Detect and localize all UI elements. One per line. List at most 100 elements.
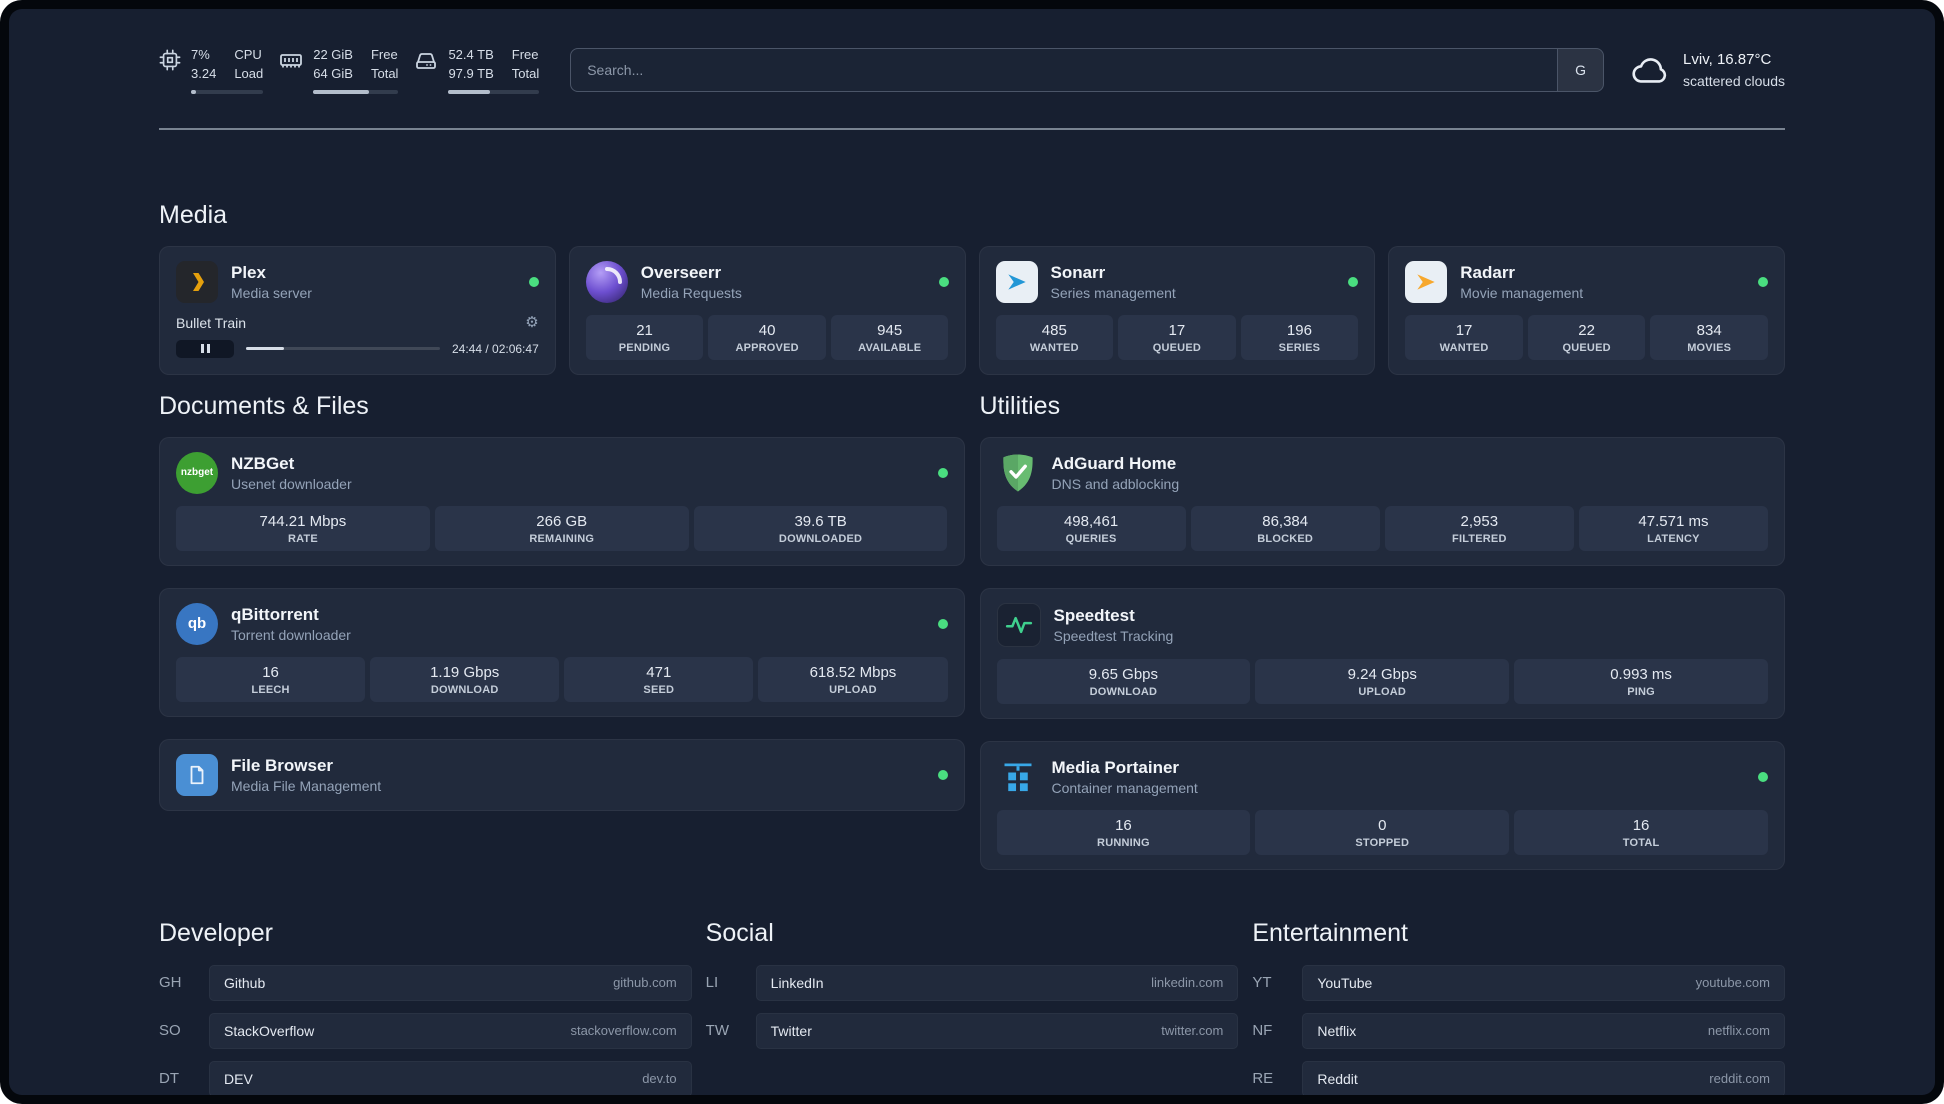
dashboard-screen: 7% 3.24 CPU Load 22 GiB 64 GiB Free Tota… bbox=[9, 9, 1935, 1095]
speedtest-icon bbox=[996, 602, 1041, 647]
playback-time: 24:44 / 02:06:47 bbox=[452, 341, 539, 356]
service-name: Overseerr bbox=[640, 262, 722, 282]
bookmark-abbr: YT bbox=[1252, 974, 1272, 992]
search-bar: G bbox=[570, 47, 1605, 92]
gear-icon[interactable]: ⚙ bbox=[525, 315, 538, 330]
disk-total-label: Total bbox=[511, 65, 540, 81]
memory-free-label: Free bbox=[370, 47, 398, 62]
search-provider-button[interactable]: G bbox=[1557, 48, 1604, 91]
cpu-load-value: 3.24 bbox=[191, 65, 217, 81]
stat-box: 17 QUEUED bbox=[1118, 314, 1236, 360]
service-card-portainer[interactable]: Media Portainer Container management 16 R… bbox=[979, 740, 1785, 870]
now-playing-title: Bullet Train bbox=[176, 314, 247, 331]
service-name: Sonarr bbox=[1050, 262, 1106, 282]
status-dot bbox=[1758, 771, 1768, 782]
service-name: Plex bbox=[231, 262, 266, 282]
radarr-icon bbox=[1405, 260, 1448, 303]
bookmark-name: YouTube bbox=[1317, 974, 1373, 991]
memory-total-value: 64 GiB bbox=[313, 65, 353, 81]
playback-progress[interactable] bbox=[246, 347, 440, 351]
disk-icon bbox=[414, 49, 438, 94]
service-subtitle: Media server bbox=[231, 284, 312, 301]
service-subtitle: Movie management bbox=[1460, 284, 1584, 301]
bookmark-group-entertainment: Entertainment YT YouTube youtube.com NF N… bbox=[1252, 918, 1785, 1095]
resource-memory: 22 GiB 64 GiB Free Total bbox=[279, 46, 399, 94]
service-card-qbittorrent[interactable]: qb qBittorrent Torrent downloader 16 LEEC… bbox=[159, 587, 965, 717]
status-dot bbox=[1348, 276, 1359, 287]
bookmark-abbr: LI bbox=[705, 974, 719, 992]
stat-box: 47.571 ms LATENCY bbox=[1578, 505, 1768, 551]
bookmark-name: Github bbox=[224, 974, 266, 991]
bookmark-name: LinkedIn bbox=[770, 974, 824, 991]
bookmark-linkedin[interactable]: LI LinkedIn linkedin.com bbox=[705, 964, 1239, 1001]
stat-box: 1.19 Gbps DOWNLOAD bbox=[370, 656, 560, 702]
service-name: AdGuard Home bbox=[1051, 453, 1177, 473]
stat-box: 21 PENDING bbox=[585, 314, 704, 360]
app-window: 7% 3.24 CPU Load 22 GiB 64 GiB Free Tota… bbox=[0, 0, 1944, 1104]
nzbget-icon: nzbget bbox=[176, 451, 218, 494]
service-card-speedtest[interactable]: Speedtest Speedtest Tracking 9.65 Gbps DO… bbox=[979, 587, 1785, 719]
bookmark-github[interactable]: GH Github github.com bbox=[159, 964, 692, 1001]
plex-icon bbox=[176, 260, 218, 303]
service-card-filebrowser[interactable]: File Browser Media File Management bbox=[159, 738, 965, 811]
service-name: qBittorrent bbox=[231, 604, 319, 624]
section-title-documents: Documents & Files bbox=[159, 391, 369, 420]
bookmark-name: Reddit bbox=[1317, 1070, 1358, 1087]
weather-location: Lviv, 16.87°C bbox=[1683, 50, 1772, 68]
stat-box: 9.65 Gbps DOWNLOAD bbox=[996, 658, 1251, 704]
stat-box: 196 SERIES bbox=[1240, 314, 1359, 360]
status-dot bbox=[937, 769, 948, 780]
bookmark-abbr: RE bbox=[1252, 1070, 1274, 1088]
top-bar: 7% 3.24 CPU Load 22 GiB 64 GiB Free Tota… bbox=[159, 46, 1785, 94]
bookmark-group-developer: Developer GH Github github.com SO StackOv… bbox=[159, 918, 692, 1095]
disk-progress-bar bbox=[448, 89, 540, 94]
service-name: NZBGet bbox=[231, 453, 295, 473]
stat-box: 0 STOPPED bbox=[1255, 809, 1510, 855]
cpu-usage-value: 7% bbox=[191, 47, 210, 62]
cpu-progress-bar bbox=[191, 89, 264, 94]
section-title-social: Social bbox=[705, 918, 774, 947]
service-card-plex[interactable]: Plex Media server Bullet Train ⚙ 24:44 /… bbox=[159, 245, 556, 375]
service-subtitle: Usenet downloader bbox=[231, 475, 352, 492]
stat-box: 40 APPROVED bbox=[708, 314, 826, 360]
bookmark-domain: twitter.com bbox=[1161, 1023, 1224, 1039]
service-card-radarr[interactable]: Radarr Movie management 17 WANTED 22 QUEUE… bbox=[1388, 245, 1785, 375]
adguard-icon bbox=[997, 452, 1039, 494]
status-dot bbox=[528, 276, 539, 287]
disk-total-value: 97.9 TB bbox=[448, 65, 494, 81]
stat-box: 471 SEED bbox=[564, 656, 754, 702]
service-card-adguard[interactable]: AdGuard Home DNS and adblocking 498,461 Q… bbox=[979, 436, 1785, 566]
bookmark-stackoverflow[interactable]: SO StackOverflow stackoverflow.com bbox=[159, 1012, 692, 1049]
plex-now-playing-widget: Bullet Train ⚙ 24:44 / 02:06:47 bbox=[176, 315, 539, 358]
bookmark-name: Netflix bbox=[1317, 1022, 1357, 1039]
bookmark-twitter[interactable]: TW Twitter twitter.com bbox=[706, 1012, 1239, 1049]
memory-progress-bar bbox=[313, 89, 399, 94]
bookmark-dev[interactable]: DT DEV dev.to bbox=[159, 1060, 692, 1095]
service-subtitle: Torrent downloader bbox=[231, 626, 351, 643]
disk-free-value: 52.4 TB bbox=[448, 47, 494, 62]
section-title-developer: Developer bbox=[159, 918, 273, 947]
search-input[interactable] bbox=[571, 48, 1558, 91]
bookmark-youtube[interactable]: YT YouTube youtube.com bbox=[1252, 964, 1785, 1001]
service-name: Radarr bbox=[1460, 262, 1516, 282]
cloud-icon bbox=[1629, 54, 1671, 86]
bookmark-group-social: Social LI LinkedIn linkedin.com TW Twitte… bbox=[706, 918, 1239, 1049]
stat-box: 744.21 Mbps RATE bbox=[176, 505, 430, 551]
section-utilities: Utilities AdGuard Home DNS and adblockin… bbox=[979, 391, 1785, 870]
bookmark-name: Twitter bbox=[770, 1022, 812, 1039]
pause-button[interactable] bbox=[176, 339, 234, 358]
overseerr-icon bbox=[585, 260, 628, 303]
resource-cpu: 7% 3.24 CPU Load bbox=[159, 46, 264, 94]
stat-box: 22 QUEUED bbox=[1527, 314, 1646, 360]
stat-box: 86,384 BLOCKED bbox=[1190, 505, 1380, 551]
service-card-overseerr[interactable]: Overseerr Media Requests 21 PENDING 40 APP… bbox=[568, 245, 966, 375]
bookmark-abbr: NF bbox=[1252, 1022, 1273, 1040]
stat-box: 9.24 Gbps UPLOAD bbox=[1255, 658, 1510, 704]
bookmark-reddit[interactable]: RE Reddit reddit.com bbox=[1252, 1060, 1785, 1095]
status-dot bbox=[1758, 276, 1768, 287]
service-subtitle: Container management bbox=[1051, 779, 1198, 796]
service-card-sonarr[interactable]: Sonarr Series management 485 WANTED 17 QUE… bbox=[978, 245, 1376, 375]
service-card-nzbget[interactable]: nzbget NZBGet Usenet downloader 744.21 M… bbox=[159, 436, 965, 566]
stat-box: 39.6 TB DOWNLOADED bbox=[693, 505, 948, 551]
bookmark-netflix[interactable]: NF Netflix netflix.com bbox=[1252, 1012, 1785, 1049]
